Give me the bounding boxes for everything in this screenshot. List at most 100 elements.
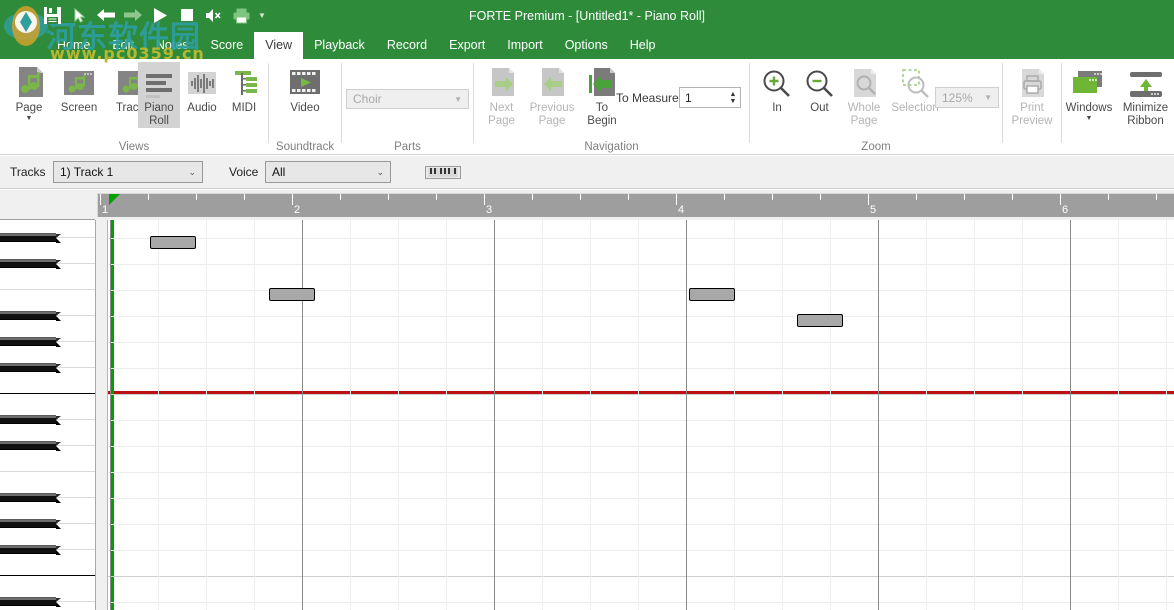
timeline-ruler-area: 1 2 3 4 5 6 — [0, 190, 1174, 220]
view-screen-button[interactable]: Screen — [53, 62, 105, 115]
piano-black-key[interactable] — [0, 493, 61, 503]
piano-black-key[interactable] — [0, 363, 61, 373]
zoom-level-select[interactable]: 125% ▼ — [935, 87, 999, 108]
voice-select[interactable]: All ⌄ — [265, 161, 391, 183]
chevron-down-icon: ⌄ — [376, 166, 384, 177]
minimize-ribbon-label-line1: Minimize — [1122, 102, 1169, 114]
tab-export[interactable]: Export — [438, 32, 496, 59]
chevron-up-icon[interactable]: ▲ — [730, 91, 737, 98]
redo-arrow-icon[interactable] — [121, 3, 145, 27]
midi-note[interactable] — [150, 236, 196, 249]
chevron-down-icon: ⌄ — [188, 166, 196, 177]
previous-page-button[interactable]: Previous Page — [524, 62, 580, 128]
tab-record[interactable]: Record — [376, 32, 438, 59]
grid-beat-line — [734, 220, 735, 610]
piano-black-key[interactable] — [0, 441, 61, 451]
windows-button[interactable]: Windows ▼ — [1062, 62, 1116, 122]
tab-score[interactable]: Score — [200, 32, 255, 59]
ruler-beat-tick — [580, 194, 581, 200]
to-begin-label-line2: Begin — [587, 115, 617, 127]
minimize-ribbon-button[interactable]: Minimize Ribbon — [1117, 62, 1174, 128]
midi-note[interactable] — [797, 314, 843, 327]
next-page-label-line2: Page — [488, 115, 515, 127]
save-icon[interactable] — [40, 3, 64, 27]
midi-note[interactable] — [689, 288, 735, 301]
view-audio-button[interactable]: Audio — [181, 62, 223, 115]
tab-playback[interactable]: Playback — [303, 32, 376, 59]
grid-row-line — [108, 420, 1174, 421]
screen-icon — [62, 65, 96, 99]
grid-beat-line — [542, 220, 543, 610]
windows-chevron-down-icon[interactable]: ▼ — [1086, 115, 1093, 122]
piano-black-key[interactable] — [0, 233, 61, 243]
qat-chevron-down-icon[interactable]: ▼ — [256, 3, 268, 27]
cursor-icon[interactable] — [67, 3, 91, 27]
view-page-button[interactable]: Page ▼ — [8, 62, 50, 122]
piano-black-key[interactable] — [0, 311, 61, 321]
grid-measure-line — [494, 220, 495, 610]
tab-help[interactable]: Help — [619, 32, 667, 59]
print-icon[interactable] — [229, 3, 253, 27]
next-page-button[interactable]: Next Page — [479, 62, 524, 128]
video-button[interactable]: Video — [282, 62, 328, 115]
to-begin-icon — [585, 65, 619, 99]
parts-select[interactable]: Choir ▼ — [346, 89, 469, 109]
tab-options[interactable]: Options — [554, 32, 619, 59]
note-grid[interactable] — [108, 220, 1174, 610]
track-voice-toolbar: Tracks 1) Track 1 ⌄ Voice All ⌄ — [0, 156, 1174, 189]
to-measure-spinner[interactable]: 1 ▲ ▼ — [679, 87, 741, 108]
ribbon-group-soundtrack: Video Soundtrack — [269, 59, 341, 155]
ruler-measure-label: 6 — [1062, 204, 1069, 216]
zoom-in-button[interactable]: In — [761, 62, 793, 115]
ruler-measure-label: 1 — [102, 204, 109, 216]
view-midi-button[interactable]: MIDI — [224, 62, 264, 115]
playhead-marker[interactable] — [109, 194, 120, 205]
keyboard-toggle-button[interactable] — [425, 166, 461, 179]
midi-note[interactable] — [269, 288, 315, 301]
piano-black-key[interactable] — [0, 337, 61, 347]
play-icon[interactable] — [148, 3, 172, 27]
video-label: Video — [290, 102, 320, 114]
zoom-selection-icon — [899, 65, 931, 99]
ruler-beat-tick — [916, 194, 917, 200]
piano-black-key[interactable] — [0, 415, 61, 425]
grid-measure-line — [110, 220, 111, 610]
mute-icon[interactable] — [202, 3, 226, 27]
grid-beat-line — [638, 220, 639, 610]
zoom-in-label: In — [772, 102, 782, 114]
grid-measure-line — [878, 220, 879, 610]
piano-black-key[interactable] — [0, 597, 61, 607]
ruler-beat-tick — [196, 194, 197, 200]
print-preview-label-line2: Preview — [1011, 115, 1053, 127]
grid-beat-line — [254, 220, 255, 610]
print-preview-button[interactable]: Print Preview — [1005, 62, 1059, 128]
tracks-select-value: 1) Track 1 — [60, 165, 114, 179]
ruler-measure-tick — [676, 194, 677, 205]
tracks-select[interactable]: 1) Track 1 ⌄ — [53, 161, 203, 183]
spinner-arrows[interactable]: ▲ ▼ — [726, 88, 740, 107]
audio-waveform-icon — [186, 65, 218, 99]
tab-import[interactable]: Import — [496, 32, 553, 59]
chevron-down-icon[interactable]: ▼ — [730, 98, 737, 105]
tab-view[interactable]: View — [254, 32, 304, 59]
previous-page-label-line2: Page — [538, 115, 566, 127]
zoom-whole-page-button[interactable]: Whole Page — [840, 62, 888, 128]
next-page-icon — [485, 65, 519, 99]
ruler-measure-tick — [868, 194, 869, 205]
timeline-ruler[interactable]: 1 2 3 4 5 6 — [97, 193, 1174, 217]
chevron-down-icon: ▼ — [454, 94, 462, 104]
grid-measure-line — [302, 220, 303, 610]
stop-icon[interactable] — [175, 3, 199, 27]
piano-black-key[interactable] — [0, 519, 61, 529]
view-piano-roll-button[interactable]: Piano Roll — [138, 62, 180, 128]
undo-arrow-icon[interactable] — [94, 3, 118, 27]
zoom-out-button[interactable]: Out — [802, 62, 837, 115]
piano-black-key[interactable] — [0, 545, 61, 555]
piano-black-key[interactable] — [0, 259, 61, 269]
ruler-beat-tick — [820, 194, 821, 200]
title-bar: FORTE Premium - [Untitled1* - Piano Roll… — [0, 0, 1174, 63]
ruler-measure-label: 3 — [486, 204, 493, 216]
piano-keyboard[interactable] — [0, 220, 95, 610]
grid-row-line — [108, 394, 1174, 395]
page-chevron-down-icon[interactable]: ▼ — [26, 115, 33, 122]
